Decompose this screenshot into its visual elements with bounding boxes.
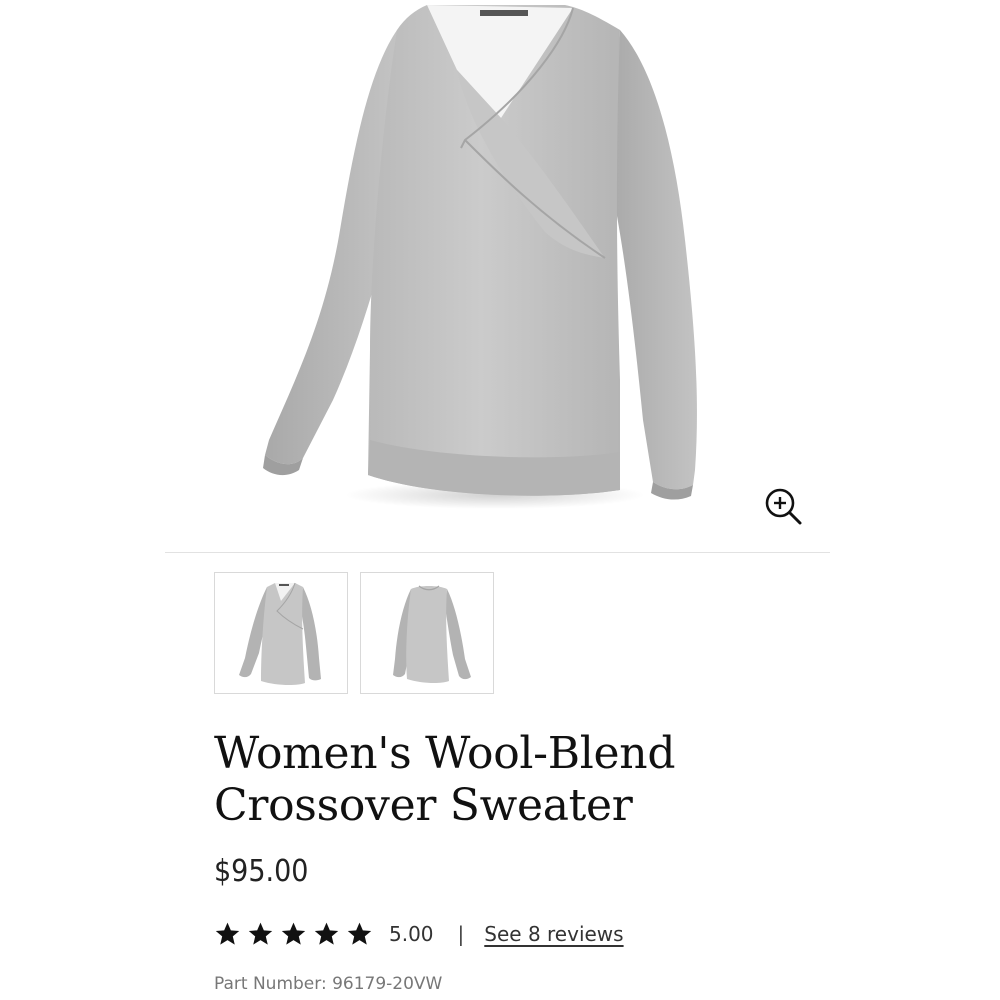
thumbnail-back[interactable] [360,572,494,694]
zoom-button[interactable] [763,486,803,526]
sweater-front-image [263,5,697,509]
zoom-in-icon [765,488,802,525]
sweater-back-thumbnail [393,585,471,684]
part-number: Part Number: 96179-20VW [214,974,443,994]
main-product-image [165,0,830,552]
thumbnail-front[interactable] [214,572,348,694]
star-icon [314,922,339,945]
gallery-divider [165,552,830,553]
star-icon [281,922,306,945]
star-icon [215,922,240,945]
sweater-front-thumbnail [239,582,321,686]
product-title: Women's Wool-Blend Crossover Sweater [214,728,914,832]
star-icon [248,922,273,945]
rating-row: 5.00 | See 8 reviews [214,916,624,952]
product-price: $95.00 [214,854,309,889]
star-icon [347,922,372,945]
rating-separator: | [457,922,465,946]
product-title-line-2: Crossover Sweater [214,780,633,831]
star-rating [214,921,373,947]
see-reviews-link[interactable]: See 8 reviews [484,922,623,946]
product-title-line-1: Women's Wool-Blend [214,728,676,779]
rating-value: 5.00 [389,922,434,946]
